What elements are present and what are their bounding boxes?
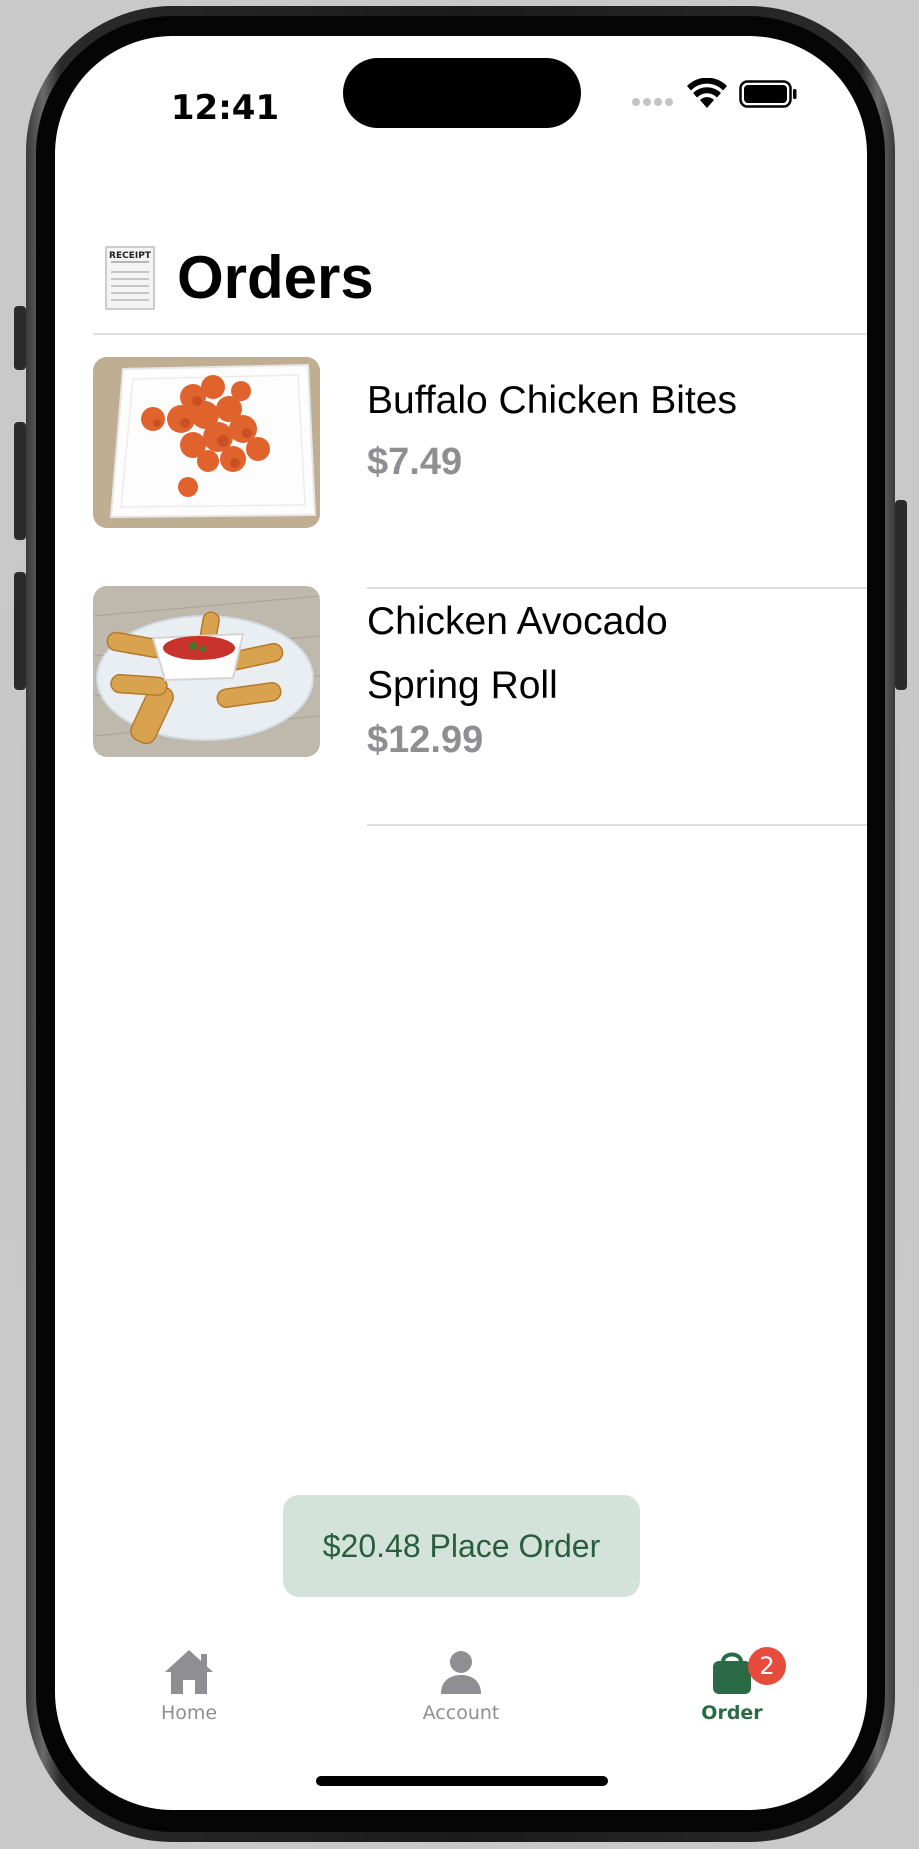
buffalo-chicken-bites-photo: [93, 357, 320, 528]
tab-order[interactable]: Order: [652, 1648, 812, 1748]
item-name-line1: Chicken Avocado: [367, 600, 668, 643]
place-order-button[interactable]: $20.48 Place Order: [283, 1495, 640, 1597]
battery-icon: [739, 80, 797, 108]
power-button: [895, 500, 907, 690]
order-item[interactable]: Buffalo Chicken Bites $7.49: [93, 357, 867, 589]
header-divider: [93, 333, 867, 335]
wifi-icon: [687, 78, 727, 108]
tab-label: Home: [160, 1702, 218, 1724]
item-price: $12.99: [367, 719, 484, 761]
tab-label: Order: [701, 1702, 763, 1724]
item-name: Chicken Avocado Spring Roll: [367, 590, 807, 718]
cart-count-badge: 2: [748, 1647, 786, 1685]
receipt-heading: RECEIPT: [109, 251, 152, 261]
tab-home[interactable]: Home: [109, 1648, 269, 1748]
order-item[interactable]: Chicken Avocado Spring Roll $12.99: [93, 586, 867, 826]
page-title: Orders: [177, 244, 374, 311]
item-name-line2: Spring Roll: [367, 664, 558, 707]
person-icon: [441, 1651, 481, 1694]
tab-label: Account: [422, 1702, 500, 1724]
row-divider: [367, 824, 867, 826]
chicken-avocado-spring-roll-photo: [93, 586, 320, 757]
cellular-signal-icon: [632, 98, 676, 110]
volume-down-button: [14, 572, 26, 690]
house-icon: [165, 1650, 213, 1694]
screen: 12:41 RECEIPT Orders Buffalo Chicken Bit…: [55, 36, 867, 1810]
item-price: $7.49: [367, 441, 463, 483]
receipt-icon: RECEIPT: [105, 246, 155, 310]
volume-up-button: [14, 422, 26, 540]
tab-account[interactable]: Account: [381, 1648, 541, 1748]
action-button: [14, 306, 26, 370]
dynamic-island: [343, 58, 581, 128]
home-indicator[interactable]: [316, 1776, 608, 1786]
item-name: Buffalo Chicken Bites: [367, 379, 737, 422]
status-time: 12:41: [170, 88, 280, 128]
